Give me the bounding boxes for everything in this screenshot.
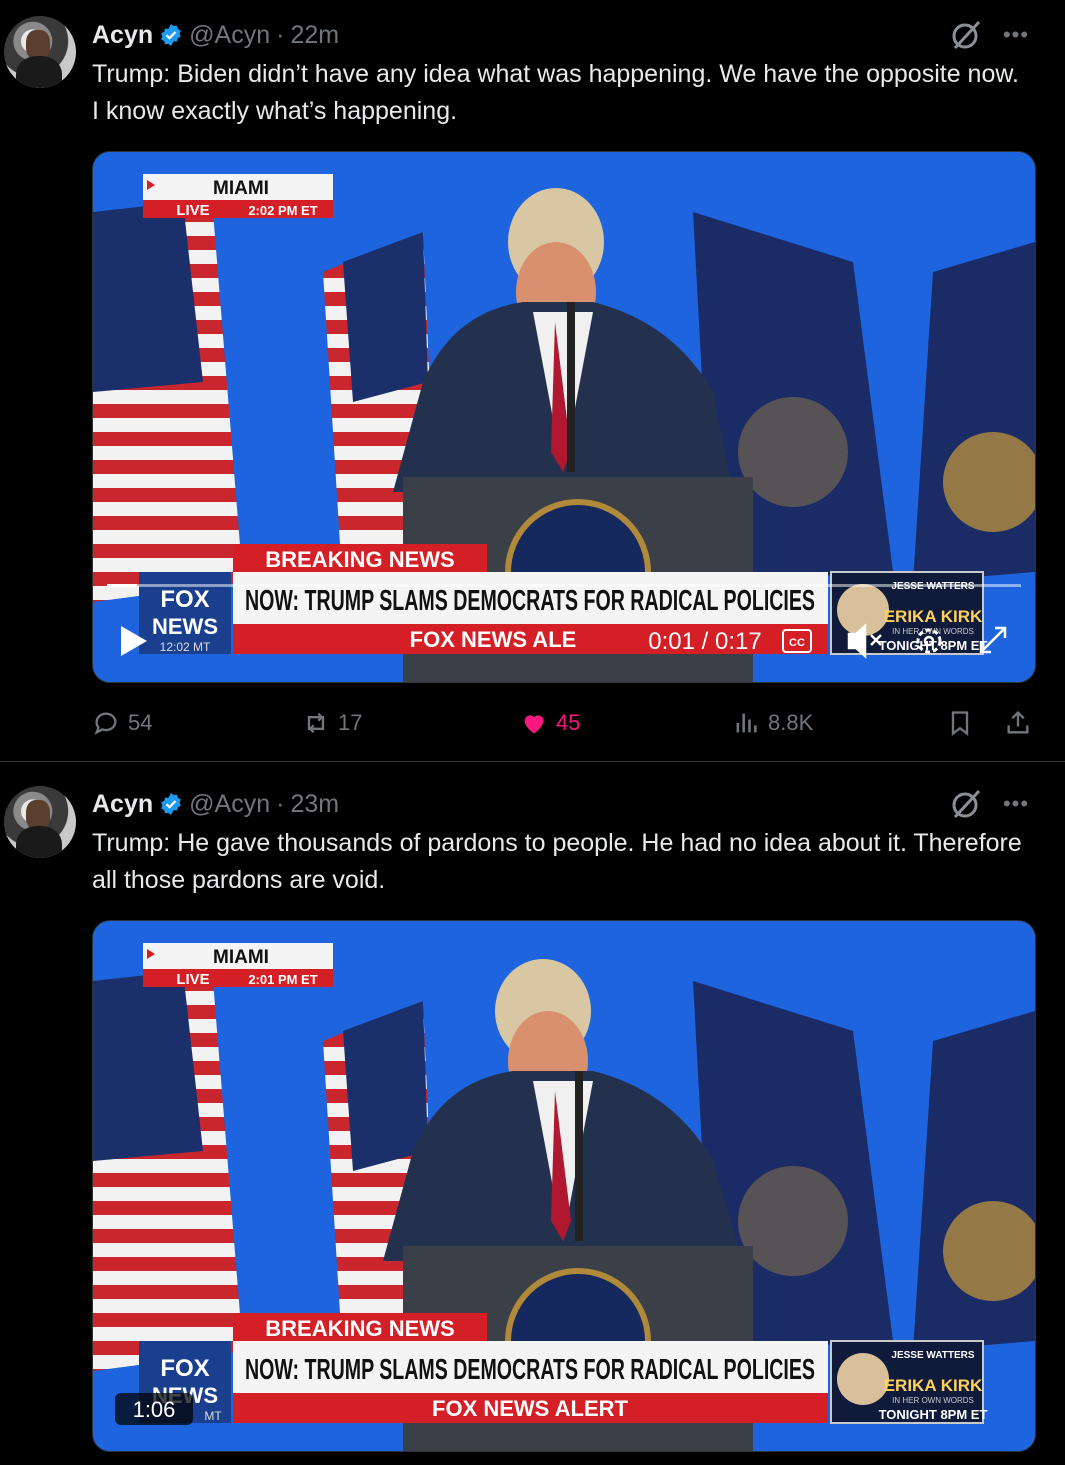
verified-badge-icon	[161, 24, 181, 46]
svg-text:CC: CC	[789, 637, 805, 649]
avatar[interactable]	[4, 16, 76, 88]
tweet-1[interactable]: Acyn @Acyn · 22m ••• Trump: Biden didn’t…	[0, 0, 1065, 760]
repost-button[interactable]: 17	[302, 703, 362, 743]
breaking-label: BREAKING NEWS	[265, 547, 454, 572]
promo-name: ERIKA KIRK	[884, 607, 983, 626]
reply-icon	[94, 712, 117, 735]
repost-count: 17	[338, 710, 363, 735]
reply-count: 54	[128, 710, 153, 735]
views-icon	[736, 713, 757, 733]
fox-logo-time: MT	[204, 1409, 222, 1423]
promo-name: ERIKA KIRK	[884, 1376, 983, 1395]
grok-icon[interactable]	[949, 18, 983, 52]
video-frame: BREAKING NEWS NOW: TRUMP SLAMS DEMOCRATS…	[93, 921, 1035, 1451]
author-handle[interactable]: @Acyn	[189, 790, 270, 819]
location-label: MIAMI	[213, 947, 269, 968]
bookmark-button[interactable]	[946, 703, 974, 743]
like-button[interactable]: 45	[520, 703, 580, 743]
video-frame: BREAKING NEWS NOW: TRUMP SLAMS DEMOCRATS…	[93, 152, 1035, 682]
fox-logo-top: FOX	[160, 1355, 209, 1382]
alert-label: FOX NEWS ALERT	[432, 1396, 629, 1421]
separator: ·	[276, 789, 285, 818]
fox-logo-time: 12:02 MT	[160, 640, 211, 654]
views-button[interactable]: 8.8K	[732, 703, 813, 743]
promo-sub: IN HER OWN WORDS	[892, 627, 974, 636]
video-player[interactable]: BREAKING NEWS NOW: TRUMP SLAMS DEMOCRATS…	[92, 151, 1036, 683]
repost-icon	[307, 712, 325, 734]
video-player[interactable]: BREAKING NEWS NOW: TRUMP SLAMS DEMOCRATS…	[92, 920, 1036, 1452]
location-label: MIAMI	[213, 178, 269, 199]
more-options-icon[interactable]: •••	[1001, 20, 1031, 50]
bookmark-icon	[951, 711, 969, 736]
headline: NOW: TRUMP SLAMS DEMOCRATS FOR RADICAL P…	[245, 1354, 815, 1386]
live-label: LIVE	[176, 202, 209, 219]
share-button[interactable]	[1004, 703, 1032, 743]
video-duration: 1:06	[133, 1397, 176, 1422]
tweet-text: Trump: Biden didn’t have any idea what w…	[92, 60, 1019, 125]
tweet-2[interactable]: Acyn @Acyn · 23m ••• Trump: He gave thou…	[0, 770, 1065, 1465]
live-time: 2:01 PM ET	[248, 972, 317, 987]
tweet-text: Trump: He gave thousands of pardons to p…	[92, 829, 1022, 894]
views-count: 8.8K	[768, 710, 814, 735]
promo-time: TONIGHT 8PM ET	[879, 1407, 988, 1422]
author-name[interactable]: Acyn	[92, 21, 153, 50]
breaking-label: BREAKING NEWS	[265, 1316, 454, 1341]
live-label: LIVE	[176, 971, 209, 988]
tweet-divider	[0, 761, 1065, 762]
author-name[interactable]: Acyn	[92, 790, 153, 819]
player-time: 0:01 / 0:17	[648, 628, 761, 655]
alert-label: FOX NEWS ALE	[410, 627, 577, 652]
reply-button[interactable]: 54	[92, 703, 152, 743]
live-time: 2:02 PM ET	[248, 203, 317, 218]
separator: ·	[276, 20, 285, 49]
grok-icon[interactable]	[949, 787, 983, 821]
timestamp[interactable]: 22m	[290, 21, 339, 50]
heart-filled-icon	[524, 715, 544, 734]
verified-badge-icon	[161, 793, 181, 815]
author-handle[interactable]: @Acyn	[189, 21, 270, 50]
more-options-icon[interactable]: •••	[1001, 789, 1031, 819]
promo-top: JESSE WATTERS	[891, 1350, 974, 1361]
share-icon	[1007, 710, 1029, 734]
fox-logo-top: FOX	[160, 586, 209, 613]
avatar[interactable]	[4, 786, 76, 858]
timestamp[interactable]: 23m	[290, 790, 339, 819]
like-count: 45	[556, 710, 581, 735]
promo-sub: IN HER OWN WORDS	[892, 1396, 974, 1405]
headline: NOW: TRUMP SLAMS DEMOCRATS FOR RADICAL P…	[245, 585, 815, 617]
fox-logo-bottom: NEWS	[152, 614, 218, 639]
